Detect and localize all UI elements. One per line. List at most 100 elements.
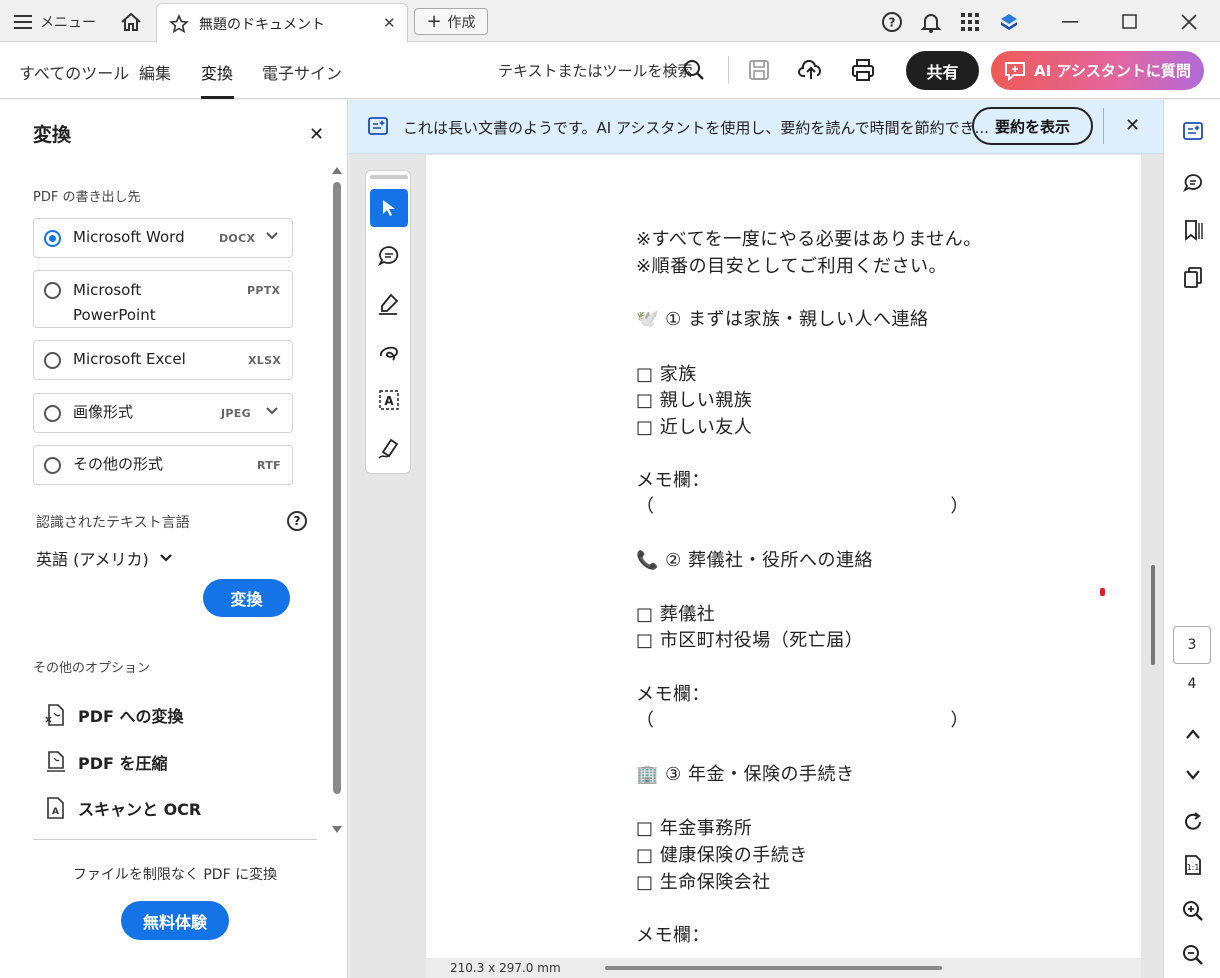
select-tool[interactable] bbox=[370, 189, 408, 227]
panel-scrollbar[interactable] bbox=[332, 166, 342, 836]
active-nav-indicator bbox=[201, 96, 234, 99]
panel-divider bbox=[33, 839, 317, 840]
radio-powerpoint[interactable] bbox=[44, 282, 61, 299]
comment-tool[interactable] bbox=[370, 237, 408, 275]
svg-text:A: A bbox=[52, 807, 59, 817]
cloud-product-icon[interactable] bbox=[998, 11, 1020, 33]
minimize-icon[interactable] bbox=[1060, 11, 1082, 33]
panel-close-icon[interactable]: ✕ bbox=[309, 124, 324, 145]
doc-line: □ 近しい友人 bbox=[636, 417, 753, 438]
window-close-icon[interactable] bbox=[1178, 11, 1200, 33]
nav-convert[interactable]: 変換 bbox=[201, 60, 233, 84]
radio-word[interactable] bbox=[44, 230, 61, 247]
bookmarks-rail-icon[interactable] bbox=[1181, 218, 1205, 242]
help-icon[interactable]: ? bbox=[881, 11, 903, 33]
zoom-out-icon[interactable] bbox=[1181, 943, 1205, 967]
radio-image[interactable] bbox=[44, 405, 61, 422]
convert-panel: 変換 ✕ PDF の書き出し先 Microsoft Word DOCX Micr… bbox=[0, 100, 348, 978]
current-page-input[interactable]: 3 bbox=[1173, 626, 1211, 664]
tab-close-icon[interactable]: ✕ bbox=[383, 14, 396, 32]
highlight-tool[interactable] bbox=[370, 285, 408, 323]
banner-divider bbox=[1103, 108, 1104, 144]
ai-assistant-rail-icon[interactable] bbox=[1181, 119, 1205, 143]
fit-page-icon[interactable]: 1:1 bbox=[1181, 853, 1205, 877]
doc-line: ※すべてを一度にやる必要はありません。 bbox=[636, 229, 982, 250]
zoom-in-icon[interactable] bbox=[1181, 899, 1205, 923]
option-label: Microsoft Word bbox=[73, 228, 185, 246]
ai-summary-banner: これは長い文書のようです。AI アシスタントを使用し、要約を読んで時間を節約でき… bbox=[349, 100, 1163, 154]
chevron-down-icon bbox=[159, 553, 173, 563]
scan-ocr-item[interactable]: A スキャンと OCR bbox=[44, 796, 201, 820]
option-excel[interactable]: Microsoft Excel XLSX bbox=[33, 340, 293, 380]
panel-title: 変換 bbox=[33, 124, 72, 146]
document-tab[interactable]: 無題のドキュメント ✕ bbox=[156, 3, 408, 43]
apps-grid-icon[interactable] bbox=[959, 11, 981, 33]
ai-assistant-button[interactable]: AI アシスタントに質問 bbox=[991, 51, 1204, 90]
cloud-upload-icon[interactable] bbox=[798, 57, 824, 81]
convert-to-pdf-item[interactable]: PDF への変換 bbox=[44, 703, 184, 727]
toolbar-divider bbox=[728, 56, 729, 84]
bell-icon[interactable] bbox=[920, 11, 942, 33]
draw-tool[interactable] bbox=[370, 333, 408, 371]
search-icon[interactable] bbox=[683, 59, 705, 81]
sign-tool[interactable] bbox=[370, 429, 408, 467]
prev-page-icon[interactable] bbox=[1181, 722, 1205, 746]
chevron-down-icon[interactable] bbox=[265, 406, 279, 416]
text-tool[interactable]: A bbox=[370, 381, 408, 419]
chevron-down-icon[interactable] bbox=[265, 231, 279, 241]
next-page-icon[interactable] bbox=[1181, 763, 1205, 787]
hamburger-icon bbox=[14, 15, 32, 29]
option-powerpoint[interactable]: Microsoft PowerPoint PPTX bbox=[33, 270, 293, 328]
star-icon[interactable] bbox=[169, 13, 189, 34]
show-summary-button[interactable]: 要約を表示 bbox=[972, 107, 1093, 145]
option-image[interactable]: 画像形式 JPEG bbox=[33, 393, 293, 433]
free-trial-button[interactable]: 無料体験 bbox=[121, 901, 229, 940]
export-label: PDF の書き出し先 bbox=[33, 190, 141, 205]
nav-all-tools[interactable]: すべてのツール bbox=[19, 60, 129, 84]
ai-assistant-icon bbox=[1004, 61, 1026, 81]
option-ext: RTF bbox=[257, 459, 281, 472]
horizontal-scrollbar[interactable] bbox=[605, 966, 942, 970]
convert-button[interactable]: 変換 bbox=[203, 579, 290, 617]
radio-other[interactable] bbox=[44, 457, 61, 474]
menu-button[interactable]: メニュー bbox=[14, 10, 96, 34]
document-scrollbar[interactable] bbox=[1151, 565, 1155, 665]
compress-pdf-item[interactable]: PDF を圧縮 bbox=[44, 750, 168, 774]
language-select[interactable]: 英語 (アメリカ) bbox=[36, 546, 173, 570]
help-circle-icon[interactable]: ? bbox=[287, 511, 307, 531]
save-icon[interactable] bbox=[748, 59, 770, 81]
doc-line: □ 葬儀社 bbox=[636, 604, 716, 625]
status-bar: 210.3 x 297.0 mm bbox=[426, 958, 1141, 978]
radio-excel[interactable] bbox=[44, 352, 61, 369]
create-button[interactable]: + 作成 bbox=[414, 8, 488, 35]
rotate-icon[interactable] bbox=[1181, 810, 1205, 834]
option-ext: DOCX bbox=[219, 232, 256, 245]
option-ext: XLSX bbox=[248, 354, 282, 367]
file-ocr-icon: A bbox=[44, 796, 66, 820]
home-icon[interactable] bbox=[120, 11, 142, 33]
comments-rail-icon[interactable] bbox=[1181, 171, 1205, 195]
scrollbar-thumb[interactable] bbox=[333, 182, 341, 794]
ai-summary-icon bbox=[367, 115, 389, 137]
doc-line: □ 市区町村役場（死亡届） bbox=[636, 630, 864, 651]
option-word[interactable]: Microsoft Word DOCX bbox=[33, 218, 293, 258]
more-options-label: その他のオプション bbox=[33, 661, 151, 676]
print-icon[interactable] bbox=[851, 58, 875, 82]
nav-edit[interactable]: 編集 bbox=[139, 60, 171, 84]
option-label: Microsoft Excel bbox=[73, 350, 186, 368]
maximize-icon[interactable] bbox=[1119, 11, 1141, 33]
nav-e-sign[interactable]: 電子サイン bbox=[262, 60, 342, 84]
scroll-up-arrow-icon[interactable] bbox=[332, 166, 342, 174]
pdf-page[interactable]: ※すべてを一度にやる必要はありません。 ※順番の目安としてご利用ください。 🕊️… bbox=[426, 155, 1141, 958]
document-area: これは長い文書のようです。AI アシスタントを使用し、要約を読んで時間を節約でき… bbox=[349, 100, 1163, 978]
banner-close-icon[interactable]: ✕ bbox=[1125, 115, 1140, 136]
tool-search-label[interactable]: テキストまたはツールを検索 bbox=[498, 60, 693, 81]
doc-heading: 📞 ② 葬儀社・役所への連絡 bbox=[636, 550, 873, 571]
scroll-down-arrow-icon[interactable] bbox=[332, 826, 342, 834]
doc-heading: 🕊️ ① まずは家族・親しい人へ連絡 bbox=[636, 309, 929, 330]
pages-rail-icon[interactable] bbox=[1181, 265, 1205, 289]
share-button[interactable]: 共有 bbox=[906, 51, 979, 90]
tools-grip[interactable] bbox=[370, 175, 408, 179]
doc-memo-blank: （ ） bbox=[636, 496, 969, 517]
option-other[interactable]: その他の形式 RTF bbox=[33, 445, 293, 485]
